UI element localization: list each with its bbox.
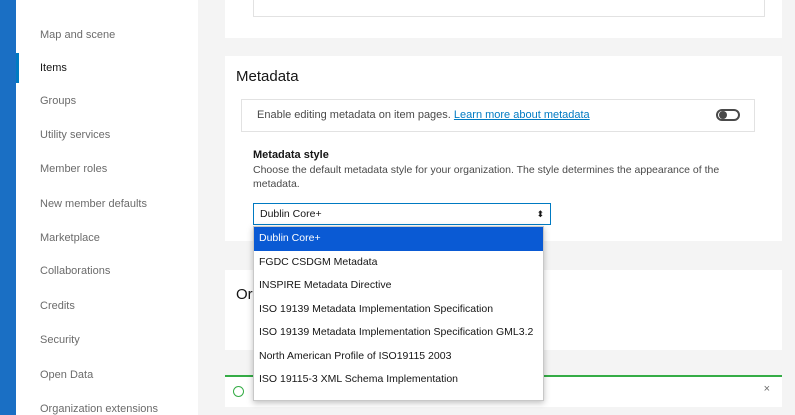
metadata-style-select[interactable]: Dublin Core+ ⬍ xyxy=(253,203,551,225)
metadata-style-label: Metadata style xyxy=(253,149,329,161)
enable-metadata-row: Enable editing metadata on item pages. L… xyxy=(241,99,755,132)
select-arrows-icon: ⬍ xyxy=(536,209,544,219)
sidebar-item-groups[interactable]: Groups xyxy=(16,86,198,116)
sidebar: Map and scene Items Groups Utility servi… xyxy=(16,0,198,415)
learn-more-link[interactable]: Learn more about metadata xyxy=(454,109,590,121)
enable-metadata-text: Enable editing metadata on item pages. xyxy=(257,109,451,121)
previous-section-box xyxy=(253,0,765,17)
sidebar-item-security[interactable]: Security xyxy=(16,325,198,355)
metadata-section: Metadata Enable editing metadata on item… xyxy=(225,56,782,241)
sidebar-item-new-member-defaults[interactable]: New member defaults xyxy=(16,189,198,219)
metadata-style-description: Choose the default metadata style for yo… xyxy=(253,164,720,190)
sidebar-item-organization-extensions[interactable]: Organization extensions xyxy=(16,394,198,415)
sidebar-item-marketplace[interactable]: Marketplace xyxy=(16,223,198,253)
sidebar-item-collaborations[interactable]: Collaborations xyxy=(16,256,198,286)
app-frame: Map and scene Items Groups Utility servi… xyxy=(16,0,795,415)
sidebar-item-credits[interactable]: Credits xyxy=(16,291,198,321)
sidebar-item-utility-services[interactable]: Utility services xyxy=(16,120,198,150)
option-iso-19139-gml32[interactable]: ISO 19139 Metadata Implementation Specif… xyxy=(254,321,543,345)
sidebar-item-open-data[interactable]: Open Data xyxy=(16,360,198,390)
previous-section-card xyxy=(225,0,782,38)
option-north-american-profile[interactable]: North American Profile of ISO19115 2003 xyxy=(254,345,543,369)
option-iso-19139[interactable]: ISO 19139 Metadata Implementation Specif… xyxy=(254,298,543,322)
option-inspire[interactable]: INSPIRE Metadata Directive xyxy=(254,274,543,298)
enable-metadata-toggle[interactable] xyxy=(716,109,740,121)
section-title: Metadata xyxy=(236,68,299,85)
option-iso-19115-3[interactable]: ISO 19115-3 XML Schema Implementation xyxy=(254,368,543,392)
toggle-knob xyxy=(719,111,727,119)
sidebar-item-map-and-scene[interactable]: Map and scene xyxy=(16,20,198,50)
sidebar-item-member-roles[interactable]: Member roles xyxy=(16,154,198,184)
close-icon[interactable]: × xyxy=(764,383,770,395)
metadata-style-dropdown: Dublin Core+ FGDC CSDGM Metadata INSPIRE… xyxy=(253,226,544,401)
sidebar-item-items[interactable]: Items xyxy=(16,53,198,83)
check-circle-icon xyxy=(233,386,244,397)
select-value: Dublin Core+ xyxy=(260,208,322,220)
option-dublin-core[interactable]: Dublin Core+ xyxy=(254,227,543,251)
option-fgdc-csdgm[interactable]: FGDC CSDGM Metadata xyxy=(254,251,543,275)
lower-section-title: Or xyxy=(236,286,253,303)
